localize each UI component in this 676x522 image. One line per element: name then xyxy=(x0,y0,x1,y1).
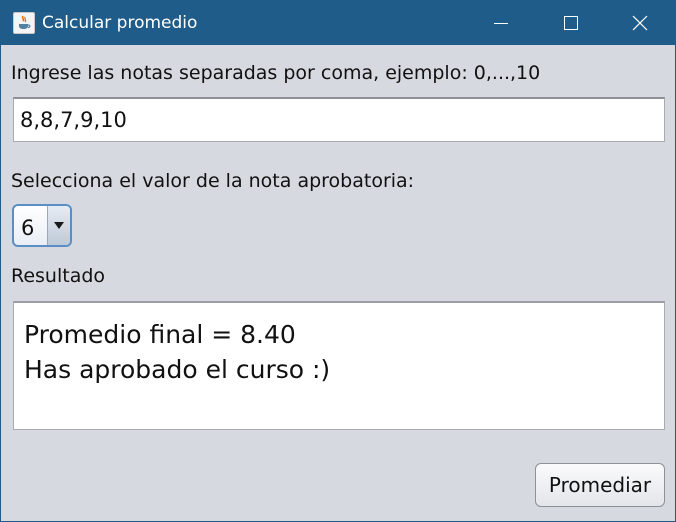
notas-label: Ingrese las notas separadas por coma, ej… xyxy=(11,62,541,84)
close-button[interactable] xyxy=(605,1,675,45)
resultado-textarea[interactable]: Promedio final = 8.40 Has aprobado el cu… xyxy=(13,301,665,430)
minimize-button[interactable] xyxy=(466,1,536,45)
resultado-promedio-line: Promedio final = 8.40 xyxy=(24,320,296,349)
chevron-down-icon xyxy=(54,222,64,229)
resultado-estado-line: Has aprobado el curso :) xyxy=(24,355,331,384)
nota-aprobatoria-value: 6 xyxy=(21,216,35,240)
nota-aprobatoria-select[interactable]: 6 xyxy=(12,204,72,247)
nota-aprobatoria-label: Selecciona el valor de la nota aprobator… xyxy=(11,170,415,192)
window-title: Calcular promedio xyxy=(42,13,198,33)
dropdown-arrow-button[interactable] xyxy=(47,206,70,245)
maximize-button[interactable] xyxy=(536,1,606,45)
java-cup-icon xyxy=(13,12,35,34)
minimize-icon xyxy=(494,23,508,24)
close-icon xyxy=(632,15,648,31)
maximize-icon xyxy=(564,16,578,30)
title-bar: Calcular promedio xyxy=(1,1,675,45)
resultado-label: Resultado xyxy=(11,265,106,287)
promediar-button[interactable]: Promediar xyxy=(535,463,665,507)
app-window: Calcular promedio Ingrese las notas sepa… xyxy=(0,0,676,522)
notas-input[interactable] xyxy=(13,97,665,142)
